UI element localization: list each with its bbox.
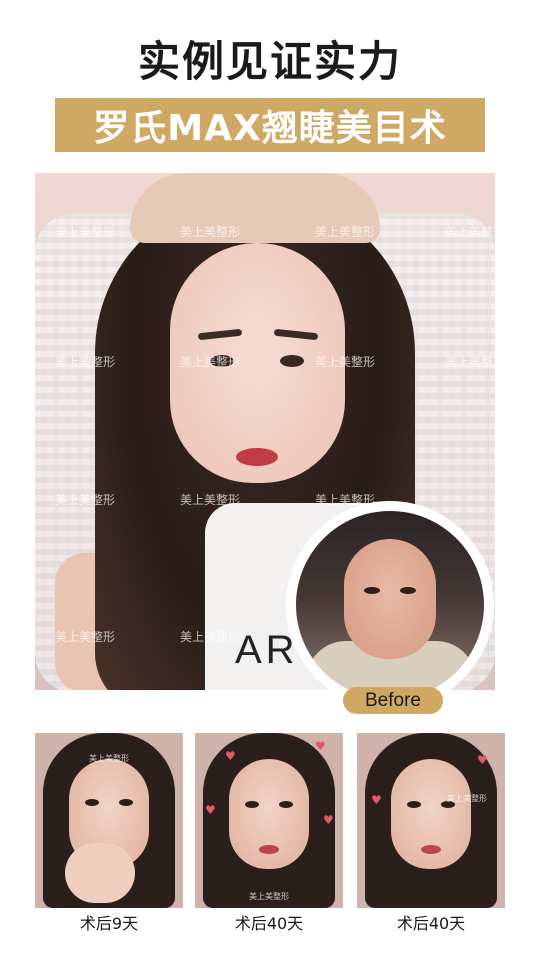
thumbnail-photo-2: ♥ ♥ ♥ ♥ 美上美整形 bbox=[195, 733, 343, 908]
thumb-face bbox=[391, 759, 471, 869]
heart-sticker-icon: ♥ bbox=[323, 813, 334, 827]
heart-sticker-icon: ♥ bbox=[315, 739, 326, 753]
watermark: 美上美整形 bbox=[55, 493, 116, 507]
heart-sticker-icon: ♥ bbox=[205, 803, 216, 817]
before-face bbox=[344, 539, 436, 659]
watermark: 美上美整形 bbox=[180, 630, 241, 644]
thumb-left-eye bbox=[407, 801, 421, 808]
banner-text: 罗氏MAX翘睫美目术 bbox=[93, 108, 447, 149]
thumb-left-eye bbox=[245, 801, 259, 808]
lips bbox=[236, 448, 278, 466]
right-eyebrow bbox=[273, 328, 319, 341]
heart-sticker-icon: ♥ bbox=[225, 749, 236, 763]
before-label: Before bbox=[343, 687, 443, 714]
heart-sticker-icon: ♥ bbox=[477, 753, 488, 767]
right-eye bbox=[280, 355, 304, 367]
title-banner: 罗氏MAX翘睫美目术 bbox=[55, 98, 485, 152]
watermark: 美上美整形 bbox=[180, 225, 241, 239]
shirt-print: AR bbox=[235, 628, 299, 672]
thumb-right-eye bbox=[119, 799, 133, 806]
watermark: 美上美整形 bbox=[89, 754, 129, 763]
thumb-face bbox=[229, 759, 309, 869]
page-headline: 实例见证实力 bbox=[137, 37, 402, 86]
thumbnail-caption-2: 术后40天 bbox=[234, 914, 304, 933]
thumbnail-caption-1: 术后9天 bbox=[79, 914, 139, 933]
thumb-lips bbox=[259, 845, 279, 854]
before-photo-image bbox=[296, 511, 484, 699]
thumb-lips bbox=[421, 845, 441, 854]
thumbnail-photo-1: 美上美整形 bbox=[35, 733, 183, 908]
watermark: 美上美整形 bbox=[55, 355, 116, 369]
thumb-left-eye bbox=[85, 799, 99, 806]
heart-sticker-icon: ♥ bbox=[371, 793, 382, 807]
thumbnail-caption-3: 术后40天 bbox=[396, 914, 466, 933]
thumbnail-photo-3: ♥ ♥ 美上美整形 bbox=[357, 733, 505, 908]
watermark: 美上美整形 bbox=[445, 355, 495, 369]
watermark: 美上美整形 bbox=[55, 630, 116, 644]
watermark: 美上美整形 bbox=[180, 493, 241, 507]
watermark: 美上美整形 bbox=[315, 493, 376, 507]
watermark: 美上美整形 bbox=[447, 794, 487, 803]
watermark: 美上美整形 bbox=[249, 892, 289, 901]
before-right-eye bbox=[400, 587, 416, 594]
watermark: 美上美整形 bbox=[55, 225, 116, 239]
watermark: 美上美整形 bbox=[315, 225, 376, 239]
watermark: 美上美整形 bbox=[180, 355, 241, 369]
watermark: 美上美整形 bbox=[445, 225, 495, 239]
before-photo bbox=[290, 505, 490, 705]
before-left-eye bbox=[364, 587, 380, 594]
left-eyebrow bbox=[197, 328, 243, 341]
hand-over-mouth bbox=[65, 843, 135, 903]
watermark: 美上美整形 bbox=[315, 355, 376, 369]
thumb-right-eye bbox=[279, 801, 293, 808]
